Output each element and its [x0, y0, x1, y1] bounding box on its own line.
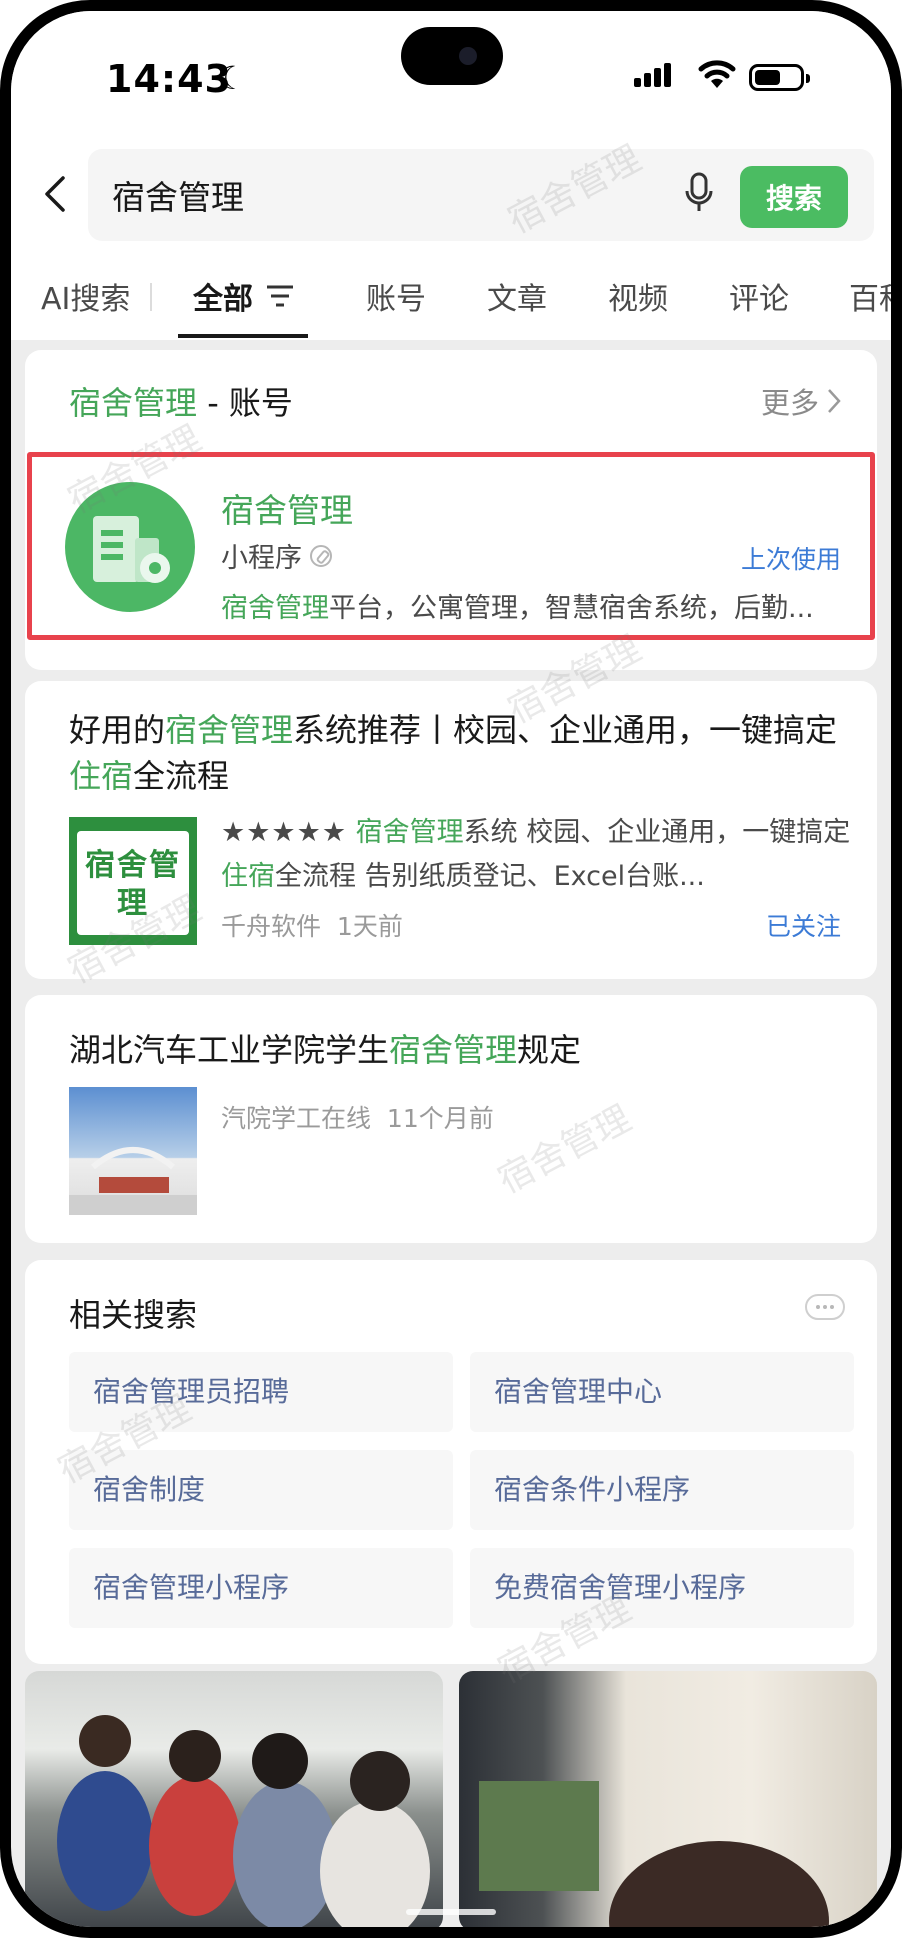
dynamic-island	[401, 27, 503, 85]
status-bar: 14:43 ☾	[11, 11, 891, 136]
search-query[interactable]: 宿舍管理	[112, 171, 244, 219]
related-search-item[interactable]: 宿舍管理员招聘	[69, 1352, 453, 1432]
article-title[interactable]: 好用的宿舍管理系统推荐丨校园、企业通用，一键搞定住宿全流程	[69, 707, 859, 799]
related-searches-card: 相关搜索 宿舍管理员招聘 宿舍管理中心 宿舍制度 宿舍条件小程序 宿舍管理小程序…	[25, 1260, 877, 1664]
highlight-annotation	[27, 452, 875, 640]
article-thumbnail[interactable]	[69, 1087, 197, 1215]
related-searches-title: 相关搜索	[69, 1296, 198, 1334]
moon-icon: ☾	[218, 59, 247, 97]
followed-badge: 已关注	[765, 912, 841, 941]
related-search-item[interactable]: 宿舍管理中心	[470, 1352, 854, 1432]
article-title[interactable]: 湖北汽车工业学院学生宿舍管理规定	[69, 1025, 581, 1071]
tab-all[interactable]: 全部	[193, 274, 253, 318]
related-search-item[interactable]: 宿舍条件小程序	[470, 1450, 854, 1530]
article-thumbnail[interactable]: 宿舍管理	[69, 817, 197, 945]
video-thumbnail[interactable]	[25, 1671, 443, 1927]
search-button[interactable]: 搜索	[740, 166, 848, 228]
article-meta: 汽院学工在线 11个月前	[221, 1104, 494, 1133]
more-options-icon[interactable]	[805, 1294, 845, 1320]
rating-stars: ★★★★★	[221, 817, 348, 848]
video-thumbnail[interactable]	[459, 1671, 877, 1927]
filter-icon[interactable]	[265, 284, 295, 308]
related-search-item[interactable]: 宿舍管理小程序	[69, 1548, 453, 1628]
more-link[interactable]: 更多	[761, 380, 841, 422]
active-tab-indicator	[178, 334, 308, 338]
article-meta: 千舟软件 1天前	[221, 912, 403, 941]
chevron-right-icon	[828, 389, 841, 413]
article-card[interactable]: 好用的宿舍管理系统推荐丨校园、企业通用，一键搞定住宿全流程 宿舍管理 ★★★★★…	[25, 681, 877, 979]
article-card[interactable]: 湖北汽车工业学院学生宿舍管理规定 汽院学工在线 11个月前	[25, 995, 877, 1243]
related-search-item[interactable]: 免费宿舍管理小程序	[470, 1548, 854, 1628]
search-header: 宿舍管理 搜索	[11, 136, 891, 248]
tab-comments[interactable]: 评论	[729, 274, 789, 318]
screen: 14:43 ☾ 宿舍管理 搜索 AI搜索 全部 账号 文章 视频 评论 百 宿舍…	[11, 11, 891, 1927]
tab-videos[interactable]: 视频	[608, 274, 668, 318]
related-search-item[interactable]: 宿舍制度	[69, 1450, 453, 1530]
tab-encyclopedia[interactable]: 百科	[849, 274, 891, 318]
tab-articles[interactable]: 文章	[487, 274, 547, 318]
tab-divider	[150, 283, 152, 311]
article-summary: ★★★★★ 宿舍管理系统 校园、企业通用，一键搞定住宿全流程 告别纸质登记、Ex…	[221, 817, 851, 892]
phone-frame: 14:43 ☾ 宿舍管理 搜索 AI搜索 全部 账号 文章 视频 评论 百 宿舍…	[0, 0, 902, 1938]
account-section-title: 宿舍管理 - 账号	[69, 384, 293, 422]
back-icon[interactable]	[37, 169, 73, 219]
home-indicator[interactable]	[406, 1909, 496, 1915]
tab-ai-search[interactable]: AI搜索	[41, 274, 130, 318]
tab-bar: AI搜索 全部 账号 文章 视频 评论 百科	[11, 248, 891, 340]
wifi-icon	[698, 60, 736, 88]
tab-accounts[interactable]: 账号	[366, 274, 426, 318]
cellular-signal-icon	[634, 63, 674, 87]
status-time: 14:43	[106, 57, 232, 101]
battery-icon	[749, 64, 810, 91]
microphone-icon[interactable]	[684, 171, 714, 215]
